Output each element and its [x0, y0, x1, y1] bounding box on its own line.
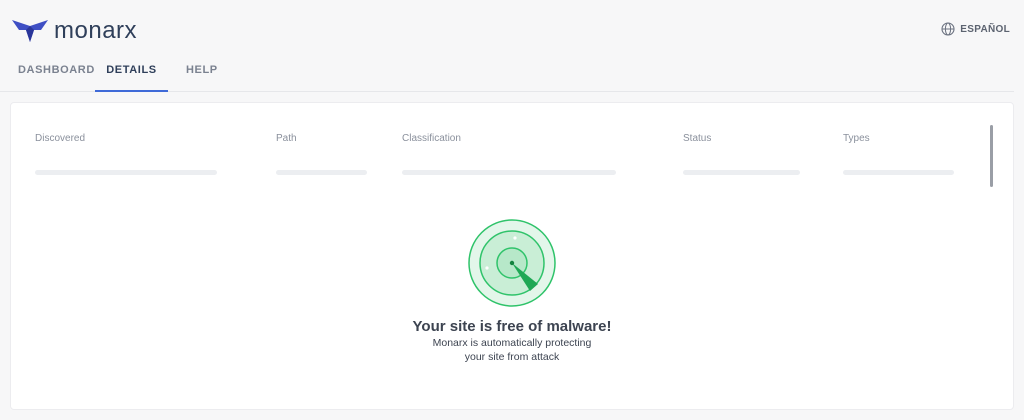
brand-logo[interactable]: monarx [10, 17, 137, 45]
skeleton-types [843, 170, 954, 175]
details-card: Discovered Path Classification Status Ty… [10, 102, 1014, 410]
tab-dashboard[interactable]: DASHBOARD [18, 64, 94, 90]
column-header-status: Status [683, 133, 712, 144]
column-header-discovered: Discovered [35, 133, 86, 144]
table-scrollbar[interactable] [990, 125, 993, 187]
skeleton-path [276, 170, 367, 175]
skeleton-classification [402, 170, 616, 175]
globe-icon [941, 22, 955, 36]
radar-icon [468, 219, 556, 307]
tab-bar: DASHBOARD DETAILS HELP [0, 60, 1014, 92]
column-header-classification: Classification [402, 133, 461, 144]
language-label: ESPAÑOL [960, 23, 1010, 35]
tab-help[interactable]: HELP [186, 64, 222, 90]
empty-state-title: Your site is free of malware! [412, 318, 612, 335]
skeleton-status [683, 170, 800, 175]
app-header: monarx ESPAÑOL [0, 0, 1024, 60]
brand-name: monarx [54, 17, 138, 44]
empty-state-line-2: your site from attack [464, 351, 560, 363]
column-header-path: Path [276, 133, 297, 144]
empty-state-line-1: Monarx is automatically protecting [432, 337, 592, 349]
tab-details[interactable]: DETAILS [95, 64, 168, 92]
butterfly-logo-icon [12, 20, 48, 42]
language-switcher[interactable]: ESPAÑOL [941, 22, 1010, 36]
column-header-types: Types [843, 133, 870, 144]
skeleton-discovered [35, 170, 217, 175]
